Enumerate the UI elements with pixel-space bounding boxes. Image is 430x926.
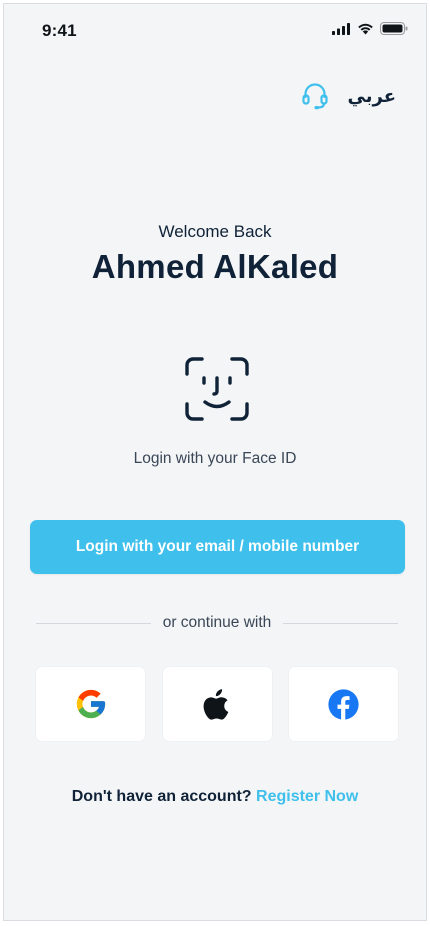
apple-icon xyxy=(203,689,229,720)
apple-login-button[interactable] xyxy=(162,667,272,741)
cellular-signal-icon xyxy=(332,22,350,35)
top-actions: عربي xyxy=(301,82,396,110)
language-toggle[interactable]: عربي xyxy=(348,86,396,107)
status-icons xyxy=(332,22,408,35)
divider-text: or continue with xyxy=(162,614,272,631)
status-time: 9:41 xyxy=(42,21,77,40)
headset-support-icon[interactable] xyxy=(301,82,328,110)
face-id-label[interactable]: Login with your Face ID xyxy=(4,450,426,468)
wifi-icon xyxy=(358,23,373,35)
register-row: Don't have an account? Register Now xyxy=(4,788,426,806)
divider-line-left xyxy=(36,622,151,624)
battery-icon xyxy=(380,22,408,35)
user-name: Ahmed AlKaled xyxy=(91,248,339,285)
login-email-mobile-button[interactable]: Login with your email / mobile number xyxy=(30,520,405,574)
face-id-icon[interactable] xyxy=(184,356,250,422)
divider-line-right xyxy=(283,622,398,624)
continue-divider: or continue with xyxy=(36,612,398,634)
register-prompt: Don't have an account? xyxy=(71,788,252,805)
login-screen: 9:41 عربي Welcome Back Ahmed AlKaled Log… xyxy=(3,3,427,921)
facebook-icon xyxy=(328,688,359,720)
register-now-link[interactable]: Register Now xyxy=(256,788,358,805)
google-login-button[interactable] xyxy=(36,667,145,741)
facebook-login-button[interactable] xyxy=(289,667,398,741)
google-icon xyxy=(76,689,105,719)
welcome-text: Welcome Back xyxy=(158,222,272,241)
status-bar: 9:41 xyxy=(4,4,426,54)
social-login-row xyxy=(36,667,398,741)
